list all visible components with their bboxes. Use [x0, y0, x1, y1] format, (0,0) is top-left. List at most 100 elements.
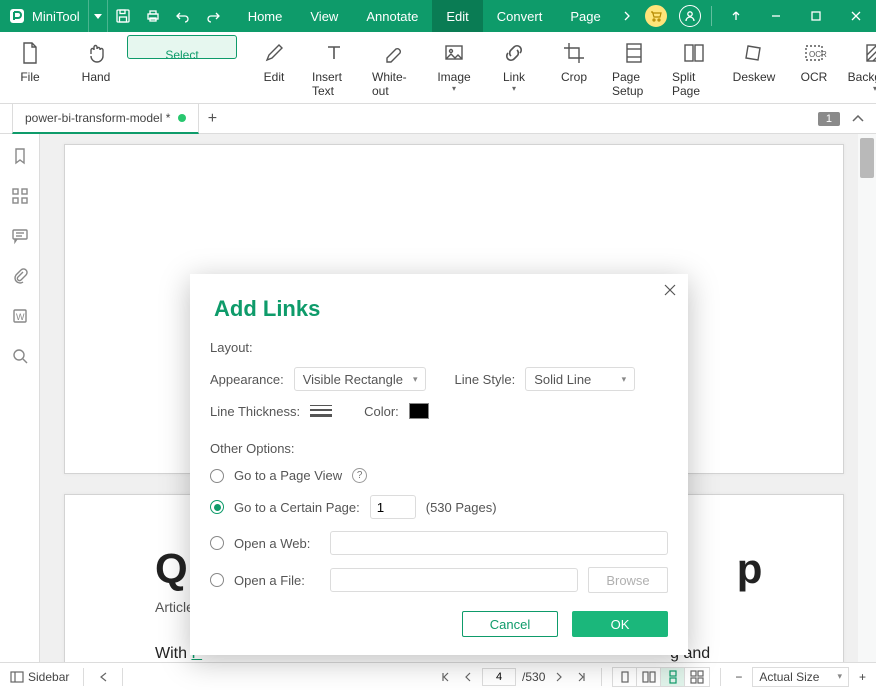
svg-text:OCR: OCR [809, 50, 827, 59]
attachments-icon[interactable] [6, 262, 34, 290]
store-button[interactable] [645, 5, 667, 27]
dialog-title: Add Links [214, 296, 668, 322]
add-links-dialog: Add Links Layout: Appearance: Visible Re… [190, 274, 688, 655]
radio-label: Go to a Certain Page: [234, 500, 360, 515]
close-dialog-button[interactable] [664, 284, 676, 296]
appearance-label: Appearance: [210, 372, 284, 387]
web-url-input[interactable] [330, 531, 668, 555]
cancel-button[interactable]: Cancel [462, 611, 558, 637]
page-number-input[interactable] [482, 668, 516, 686]
quick-access-toolbar [108, 0, 228, 32]
status-bar: Sidebar /530 − Actual Size▾ + [0, 662, 876, 690]
undo-button[interactable] [168, 0, 198, 32]
vertical-scrollbar[interactable] [858, 134, 876, 662]
layout-single-button[interactable] [613, 668, 637, 686]
title-bar: MiniTool Home View Annotate Edit Convert… [0, 0, 876, 32]
minimize-button[interactable] [756, 0, 796, 32]
help-icon[interactable]: ? [352, 468, 367, 483]
app-logo: MiniTool [0, 7, 88, 25]
account-button[interactable] [679, 5, 701, 27]
comments-icon[interactable] [6, 222, 34, 250]
next-page-button[interactable] [551, 672, 567, 682]
radio-open-web[interactable] [210, 536, 224, 550]
bookmark-icon[interactable] [6, 142, 34, 170]
sidebar-toggle[interactable]: Sidebar [6, 670, 73, 684]
thickness-label: Line Thickness: [210, 404, 300, 419]
print-button[interactable] [138, 0, 168, 32]
color-swatch[interactable] [409, 403, 429, 419]
ribbon-split-page[interactable]: Split Page [665, 35, 723, 100]
tab-edit[interactable]: Edit [432, 0, 482, 32]
layout-continuous-button[interactable] [661, 668, 685, 686]
ok-button[interactable]: OK [572, 611, 668, 637]
browse-button[interactable]: Browse [588, 567, 668, 593]
ribbon-select[interactable]: Select [127, 35, 237, 59]
ribbon-link[interactable]: Link▾ [485, 35, 543, 100]
ribbon-ocr[interactable]: OCR OCR [785, 35, 843, 100]
page-layout-buttons [612, 667, 710, 687]
zoom-dropdown[interactable]: Actual Size▾ [752, 667, 849, 687]
ribbon-crop[interactable]: Crop [545, 35, 603, 100]
tab-home[interactable]: Home [234, 0, 297, 32]
layout-continuous-two-up-button[interactable] [685, 668, 709, 686]
color-label: Color: [364, 404, 399, 419]
scrollbar-thumb[interactable] [860, 138, 874, 178]
prev-page-button[interactable] [460, 672, 476, 682]
zoom-out-button[interactable]: − [731, 670, 746, 684]
menu-tabs: Home View Annotate Edit Convert Page [234, 0, 615, 32]
tab-annotate[interactable]: Annotate [352, 0, 432, 32]
file-path-input[interactable] [330, 568, 578, 592]
ribbon-white-out[interactable]: White-out [365, 35, 423, 100]
help-button[interactable] [716, 0, 756, 32]
page-count-badge: 1 [818, 112, 840, 126]
close-window-button[interactable] [836, 0, 876, 32]
prev-page-button-set[interactable] [94, 672, 112, 682]
svg-text:W: W [16, 312, 25, 322]
ribbon-deskew[interactable]: Deskew [725, 35, 783, 100]
logo-icon [8, 7, 26, 25]
radio-label: Go to a Page View [234, 468, 342, 483]
tab-page[interactable]: Page [556, 0, 614, 32]
maximize-button[interactable] [796, 0, 836, 32]
layout-label: Layout: [210, 340, 668, 355]
ribbon-file[interactable]: File [1, 35, 59, 100]
linestyle-label: Line Style: [454, 372, 515, 387]
certain-page-input[interactable] [370, 495, 416, 519]
zoom-in-button[interactable]: + [855, 670, 870, 684]
thickness-picker[interactable] [310, 405, 332, 417]
tab-view[interactable]: View [296, 0, 352, 32]
thumbnails-icon[interactable] [6, 182, 34, 210]
linestyle-dropdown[interactable]: Solid Line▾ [525, 367, 635, 391]
ribbon-insert-text[interactable]: Insert Text [305, 35, 363, 100]
page-total-hint: (530 Pages) [426, 500, 497, 515]
radio-go-to-page-view[interactable] [210, 469, 224, 483]
app-name: MiniTool [32, 9, 80, 24]
tabs-overflow[interactable] [615, 11, 639, 21]
ribbon-page-setup[interactable]: Page Setup [605, 35, 663, 100]
appearance-dropdown[interactable]: Visible Rectangle▾ [294, 367, 427, 391]
new-tab-button[interactable]: + [199, 104, 225, 134]
workspace: W Quxp Article • With Pxg and founda fou… [0, 134, 876, 662]
last-page-button[interactable] [573, 672, 591, 682]
layout-two-up-button[interactable] [637, 668, 661, 686]
ribbon-edit[interactable]: Edit [245, 35, 303, 100]
word-export-icon[interactable]: W [6, 302, 34, 330]
tab-convert[interactable]: Convert [483, 0, 557, 32]
document-tabs: power-bi-transform-model * + 1 [0, 104, 876, 134]
first-page-button[interactable] [436, 672, 454, 682]
document-tab[interactable]: power-bi-transform-model * [12, 104, 199, 134]
radio-label: Open a Web: [234, 536, 320, 551]
unsaved-indicator-icon [178, 114, 186, 122]
other-options-label: Other Options: [210, 441, 668, 456]
radio-open-file[interactable] [210, 573, 224, 587]
side-panel: W [0, 134, 40, 662]
ribbon-hand[interactable]: Hand [67, 35, 125, 100]
ribbon-image[interactable]: Image▾ [425, 35, 483, 100]
ribbon-background[interactable]: Backgrour▾ [845, 35, 876, 100]
radio-go-to-certain-page[interactable] [210, 500, 224, 514]
search-icon[interactable] [6, 342, 34, 370]
app-menu-dropdown[interactable] [88, 0, 108, 32]
redo-button[interactable] [198, 0, 228, 32]
save-button[interactable] [108, 0, 138, 32]
collapse-ribbon-button[interactable] [846, 107, 870, 131]
